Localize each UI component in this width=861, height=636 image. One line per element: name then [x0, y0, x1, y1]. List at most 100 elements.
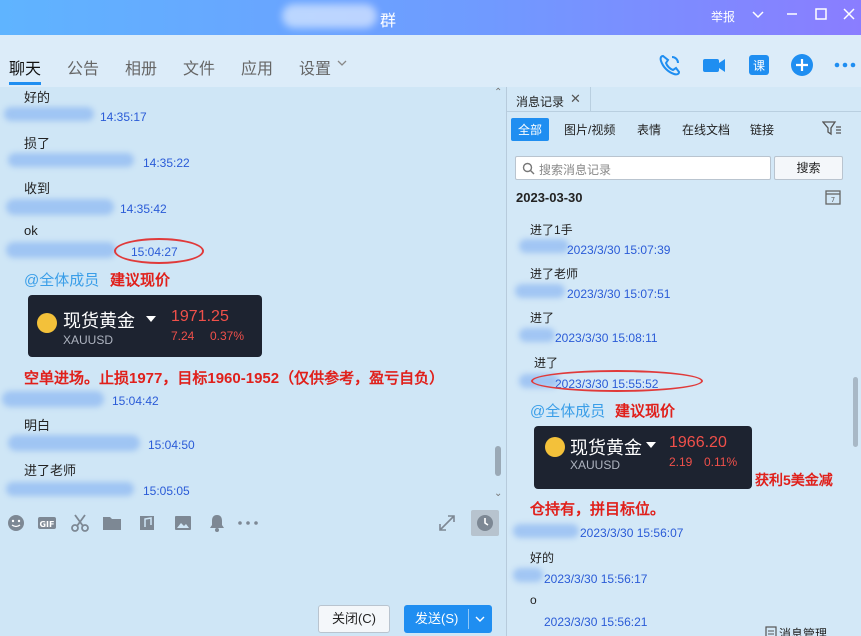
- quote-price: 1966.20: [669, 434, 727, 451]
- title-bar: 群 举报: [0, 0, 861, 35]
- message-time: 15:04:42: [112, 394, 159, 408]
- scroll-down-icon[interactable]: ⌄: [494, 488, 502, 499]
- filter-links[interactable]: 链接: [750, 121, 774, 138]
- svg-text:课: 课: [753, 59, 765, 73]
- add-icon[interactable]: [789, 52, 815, 78]
- filter-media[interactable]: 图片/视频: [564, 121, 615, 138]
- highlight-circle: [114, 238, 204, 264]
- more-icon[interactable]: [832, 52, 858, 78]
- sender-redacted: [519, 328, 555, 342]
- scissors-icon[interactable]: [70, 513, 90, 533]
- mention-all[interactable]: @全体成员: [530, 400, 605, 421]
- scroll-up-icon[interactable]: ⌃: [494, 87, 502, 98]
- profit-note: 获利5美金减: [755, 472, 833, 488]
- message-text: 好的: [24, 90, 51, 105]
- tab-apps[interactable]: 应用: [241, 55, 273, 79]
- history-message: 进了老师: [530, 267, 579, 281]
- tab-album[interactable]: 相册: [125, 55, 157, 79]
- history-date: 2023-03-30: [516, 190, 583, 205]
- message-text: 进了老师: [24, 463, 77, 478]
- search-button[interactable]: 搜索: [774, 156, 843, 180]
- send-separator: [468, 609, 469, 629]
- voice-call-icon[interactable]: [657, 52, 683, 78]
- sender-redacted: [513, 524, 579, 538]
- message-text: 明白: [24, 418, 51, 433]
- send-button[interactable]: 发送(S): [404, 605, 492, 633]
- close-button[interactable]: 关闭(C): [318, 605, 390, 633]
- window-title: 群: [380, 13, 397, 30]
- chevron-down-icon[interactable]: [475, 605, 485, 636]
- filter-icon[interactable]: [821, 120, 842, 139]
- history-search-input[interactable]: 搜索消息记录: [515, 156, 771, 180]
- search-placeholder: 搜索消息记录: [539, 163, 612, 177]
- history-message: 好的: [530, 551, 555, 565]
- message-time: 15:04:50: [148, 438, 195, 452]
- mention-all[interactable]: @全体成员: [24, 269, 99, 290]
- dropdown-triangle-icon: [146, 316, 156, 322]
- more-tools-icon[interactable]: [237, 513, 258, 533]
- group-name-redacted: [282, 4, 377, 28]
- image-icon[interactable]: [173, 513, 193, 533]
- quote-name: 现货黄金: [570, 438, 642, 458]
- expand-icon[interactable]: [437, 513, 457, 533]
- tab-chat[interactable]: 聊天: [9, 55, 41, 79]
- send-label: 发送(S): [415, 611, 459, 626]
- svg-text:7: 7: [831, 196, 835, 204]
- bell-icon[interactable]: [207, 513, 227, 533]
- history-time: 2023/3/30 15:56:21: [544, 615, 648, 629]
- message-text: 收到: [24, 181, 51, 196]
- gold-quote-card[interactable]: 现货黄金 XAUUSD 1971.25 7.24 0.37%: [28, 295, 262, 357]
- chat-scrollbar[interactable]: [495, 446, 501, 476]
- history-time: 2023/3/30 15:56:17: [544, 572, 648, 586]
- sender-redacted: [6, 242, 116, 258]
- folder-icon[interactable]: [102, 513, 122, 533]
- sender-redacted: [513, 568, 543, 582]
- filter-stickers[interactable]: 表情: [637, 121, 661, 138]
- history-scrollbar[interactable]: [853, 377, 858, 447]
- quote-symbol: XAUUSD: [570, 458, 621, 472]
- history-time: 2023/3/30 15:07:39: [567, 243, 671, 257]
- tab-settings[interactable]: 设置: [299, 55, 331, 79]
- dropdown-icon[interactable]: [747, 5, 769, 27]
- advice-text: 建议现价: [615, 403, 676, 420]
- chevron-down-icon[interactable]: [336, 57, 348, 72]
- video-call-icon[interactable]: [701, 52, 727, 78]
- history-tab-label: 消息记录: [516, 95, 565, 109]
- sender-redacted: [519, 239, 569, 253]
- calendar-icon[interactable]: 7: [825, 189, 841, 208]
- quote-change: 2.19: [669, 455, 693, 469]
- history-icon[interactable]: [471, 510, 499, 536]
- message-time: 14:35:17: [100, 110, 147, 124]
- manage-icon[interactable]: [765, 626, 777, 636]
- minimize-icon[interactable]: [781, 5, 803, 27]
- history-message: 进了: [530, 311, 555, 325]
- svg-text:GIF: GIF: [39, 520, 54, 529]
- maximize-icon[interactable]: [810, 5, 832, 27]
- search-icon: [522, 162, 535, 175]
- report-link[interactable]: 举报: [711, 8, 735, 25]
- quote-symbol: XAUUSD: [63, 333, 114, 347]
- history-message: 进了: [534, 356, 559, 370]
- gold-quote-card[interactable]: 现货黄金 XAUUSD 1966.20 2.19 0.11%: [534, 426, 752, 489]
- message-time: 15:05:05: [143, 484, 190, 498]
- music-icon[interactable]: [137, 513, 157, 533]
- message-manage-link[interactable]: 消息管理: [779, 625, 827, 636]
- gold-icon: [545, 437, 565, 457]
- filter-docs[interactable]: 在线文档: [682, 121, 730, 138]
- emoji-icon[interactable]: [6, 513, 26, 533]
- tab-files[interactable]: 文件: [183, 55, 215, 79]
- advice-text: 建议现价: [110, 272, 171, 289]
- sender-redacted: [515, 284, 565, 298]
- filter-all[interactable]: 全部: [511, 118, 550, 141]
- sender-redacted: [8, 153, 134, 167]
- history-message: o: [530, 593, 537, 607]
- dropdown-triangle-icon: [646, 442, 656, 448]
- tab-announcement[interactable]: 公告: [67, 55, 99, 79]
- close-icon[interactable]: [838, 5, 860, 27]
- history-time: 2023/3/30 15:08:11: [555, 331, 658, 345]
- class-icon[interactable]: 课: [746, 52, 772, 78]
- sender-redacted: [2, 391, 104, 407]
- gif-icon[interactable]: GIF: [37, 513, 57, 533]
- close-icon[interactable]: ✕: [570, 91, 581, 107]
- sender-redacted: [8, 435, 140, 451]
